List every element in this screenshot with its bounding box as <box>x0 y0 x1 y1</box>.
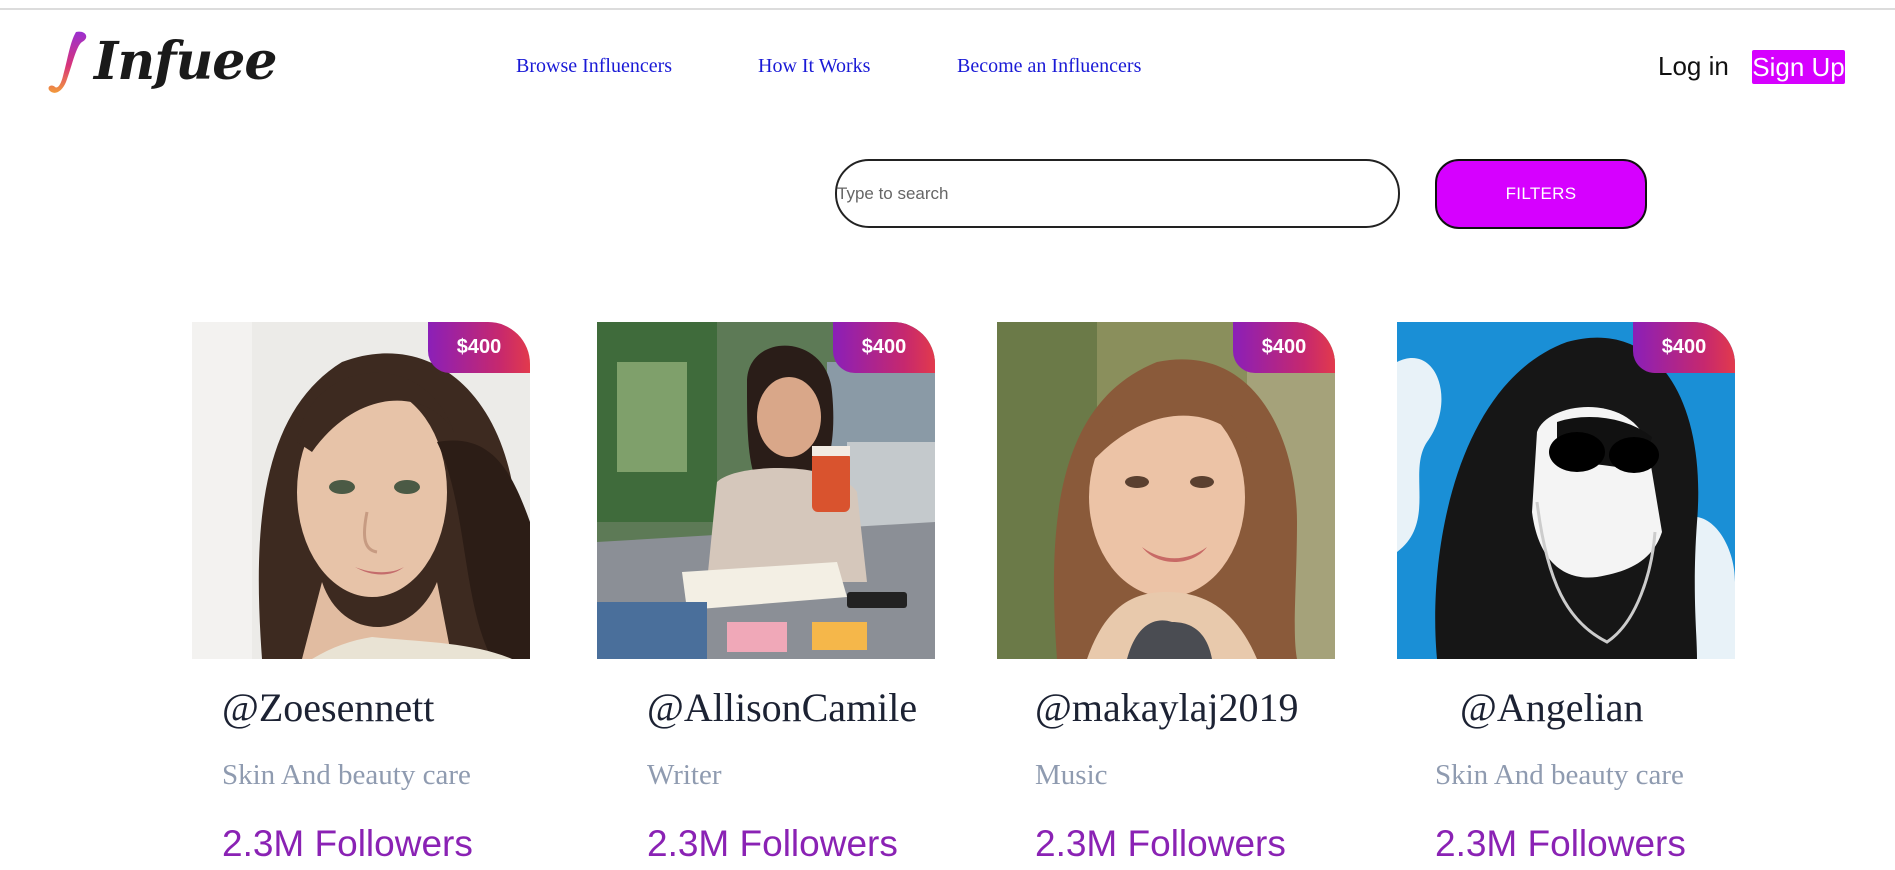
influencer-followers: 2.3M Followers <box>222 823 473 864</box>
nav-browse-influencers[interactable]: Browse Influencers <box>516 55 672 78</box>
influencer-category: Writer <box>647 759 722 791</box>
influencer-category: Skin And beauty care <box>222 759 471 791</box>
influencer-handle[interactable]: @makaylaj2019 <box>1035 684 1298 731</box>
influencer-category: Skin And beauty care <box>1435 759 1684 791</box>
price-badge: $400 <box>1633 322 1735 373</box>
influencer-photo[interactable]: $400 <box>997 322 1335 659</box>
influencer-photo[interactable]: $400 <box>192 322 530 659</box>
signup-button[interactable]: Sign Up <box>1752 50 1845 84</box>
brand-logo[interactable]: Infuee <box>46 26 277 98</box>
influencer-photo[interactable]: $400 <box>597 322 935 659</box>
influencer-handle[interactable]: @Zoesennett <box>222 684 434 731</box>
price-badge: $400 <box>833 322 935 373</box>
price-badge: $400 <box>428 322 530 373</box>
influencer-followers: 2.3M Followers <box>1035 823 1286 864</box>
search-input[interactable] <box>837 161 1398 226</box>
nav-how-it-works[interactable]: How It Works <box>758 55 870 78</box>
filters-button[interactable]: FILTERS <box>1435 159 1647 229</box>
top-divider <box>0 8 1895 10</box>
influencer-handle[interactable]: @AllisonCamile <box>647 684 917 731</box>
nav-become-influencer[interactable]: Become an Influencers <box>957 55 1141 78</box>
gradient-i-logo-icon <box>46 26 92 98</box>
influencer-category: Music <box>1035 759 1108 791</box>
search-box <box>835 159 1400 228</box>
influencer-followers: 2.3M Followers <box>1435 823 1686 864</box>
filters-label: FILTERS <box>1505 184 1577 203</box>
login-link[interactable]: Log in <box>1658 51 1729 82</box>
influencer-photo[interactable]: $400 <box>1397 322 1735 659</box>
brand-name: Infuee <box>94 31 277 92</box>
influencer-handle[interactable]: @Angelian <box>1460 684 1643 731</box>
price-badge: $400 <box>1233 322 1335 373</box>
influencer-followers: 2.3M Followers <box>647 823 898 864</box>
